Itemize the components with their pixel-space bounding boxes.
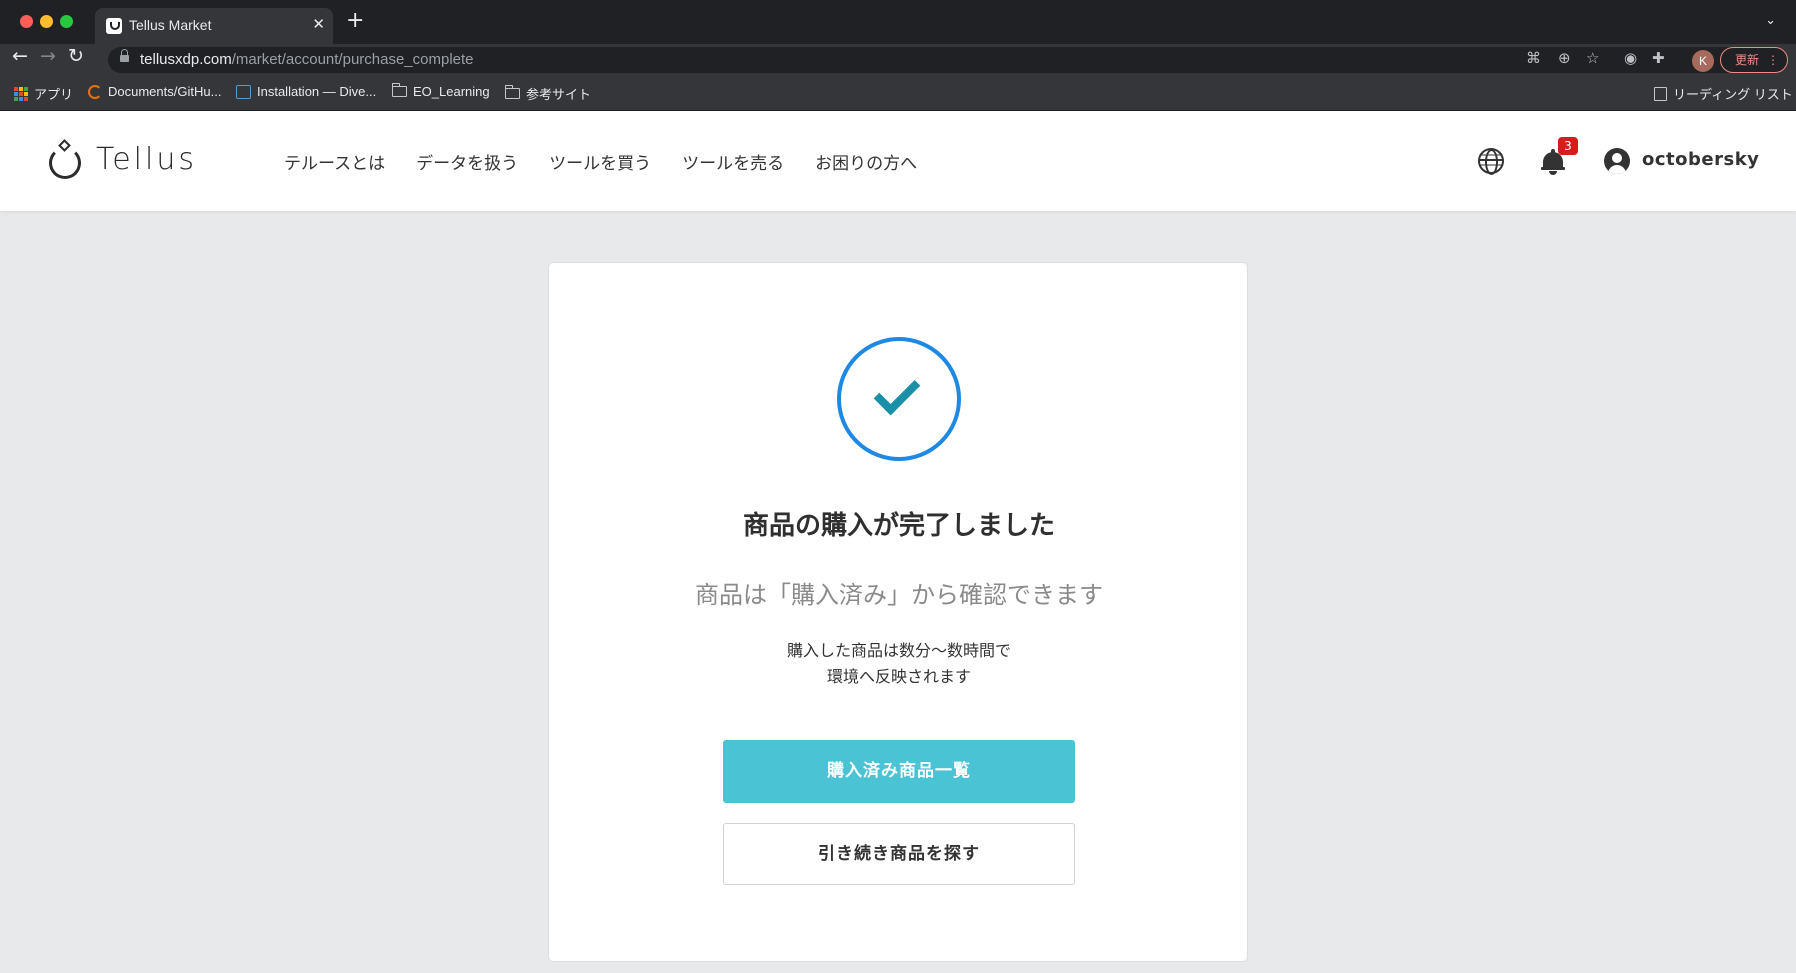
tab-search-chevron-icon[interactable]: ⌄: [1765, 13, 1776, 28]
more-menu-icon[interactable]: ⋮: [1767, 48, 1779, 72]
user-account-icon[interactable]: [1604, 148, 1630, 174]
new-tab-button[interactable]: +: [346, 10, 364, 32]
folder-icon: [391, 83, 407, 97]
bookmark-documents[interactable]: Documents/GitHu...: [88, 84, 221, 99]
bookmark-label: Documents/GitHu...: [108, 84, 222, 99]
minimize-window-button[interactable]: [40, 15, 53, 28]
zoom-icon[interactable]: ⊕: [1558, 51, 1571, 66]
tellus-logo[interactable]: Tellus: [48, 139, 197, 179]
forward-arrow-icon[interactable]: →: [40, 47, 56, 66]
bookmark-site-icon: [88, 84, 102, 99]
purchased-list-button[interactable]: 購入済み商品一覧: [723, 740, 1075, 803]
tellus-logo-icon: [48, 139, 84, 179]
tab-close-icon[interactable]: ✕: [312, 15, 325, 33]
nav-item-buy-tools[interactable]: ツールを買う: [549, 149, 651, 174]
bookmark-eo-learning[interactable]: EO_Learning: [391, 83, 490, 99]
bookmark-apps[interactable]: アプリ: [14, 84, 73, 103]
continue-shopping-button[interactable]: 引き続き商品を探す: [723, 823, 1075, 885]
bookmark-site-icon: [236, 84, 251, 99]
reading-list-button[interactable]: リーディング リスト: [1654, 84, 1793, 103]
site-header: Tellus テルースとは データを扱う ツールを買う ツールを売る お困りの方…: [0, 111, 1796, 211]
apps-grid-icon: [14, 86, 28, 101]
extension-icon[interactable]: ◉: [1624, 51, 1637, 66]
close-window-button[interactable]: [20, 15, 33, 28]
browser-tab[interactable]: Tellus Market ✕: [95, 8, 333, 44]
bookmark-label: Installation — Dive...: [257, 84, 377, 99]
nav-item-about[interactable]: テルースとは: [284, 149, 385, 174]
browser-toolbar: ← → ↻ tellusxdp.com/market/account/purch…: [0, 44, 1796, 76]
folder-icon: [504, 85, 520, 99]
address-bar[interactable]: tellusxdp.com/market/account/purchase_co…: [108, 47, 1788, 73]
bookmark-reference-sites[interactable]: 参考サイト: [504, 84, 592, 103]
page-title: 商品の購入が完了しました: [742, 511, 1055, 541]
note-line-2: 環境へ反映されます: [826, 667, 971, 686]
success-check-icon: [837, 337, 961, 461]
logo-text: Tellus: [96, 141, 197, 177]
note-line-1: 購入した商品は数分〜数時間で: [786, 641, 1011, 660]
bookmark-star-icon[interactable]: ☆: [1586, 51, 1599, 66]
bookmark-installation[interactable]: Installation — Dive...: [236, 84, 376, 99]
bookmark-label: 参考サイト: [526, 87, 592, 102]
username[interactable]: octobersky: [1642, 149, 1759, 170]
puzzle-extensions-icon[interactable]: ✚: [1652, 51, 1665, 66]
tab-title: Tellus Market: [129, 17, 212, 33]
bookmark-label: EO_Learning: [413, 84, 490, 99]
maximize-window-button[interactable]: [60, 15, 73, 28]
tellus-favicon-icon: [106, 18, 122, 34]
profile-avatar[interactable]: K: [1692, 50, 1714, 72]
update-button[interactable]: 更新 ⋮: [1720, 47, 1788, 73]
purchase-complete-card: 商品の購入が完了しました 商品は「購入済み」から確認できます 購入した商品は数分…: [548, 262, 1248, 962]
checkmark-icon: [873, 368, 921, 416]
main-nav: テルースとは データを扱う ツールを買う ツールを売る お困りの方へ: [284, 149, 917, 174]
nav-item-help[interactable]: お困りの方へ: [815, 149, 917, 174]
reflection-note: 購入した商品は数分〜数時間で 環境へ反映されます: [549, 638, 1249, 690]
update-label: 更新: [1735, 53, 1760, 67]
nav-item-data[interactable]: データを扱う: [416, 149, 518, 174]
bookmarks-bar: アプリ Documents/GitHu... Installation — Di…: [0, 76, 1796, 111]
bookmark-label: アプリ: [34, 87, 74, 102]
notification-badge: 3: [1558, 137, 1578, 155]
lock-icon: [120, 49, 129, 64]
globe-icon[interactable]: [1478, 148, 1504, 175]
url-text[interactable]: tellusxdp.com/market/account/purchase_co…: [140, 51, 474, 68]
nav-item-sell-tools[interactable]: ツールを売る: [682, 149, 784, 174]
reading-list-label: リーディング リスト: [1673, 87, 1793, 102]
back-arrow-icon[interactable]: ←: [12, 47, 28, 66]
browser-tab-bar: Tellus Market ✕ + ⌄: [0, 0, 1796, 44]
reload-icon[interactable]: ↻: [68, 47, 84, 66]
reading-list-icon: [1654, 86, 1667, 101]
translate-icon[interactable]: ⌘: [1526, 51, 1541, 66]
page-subtitle: 商品は「購入済み」から確認できます: [695, 581, 1103, 609]
